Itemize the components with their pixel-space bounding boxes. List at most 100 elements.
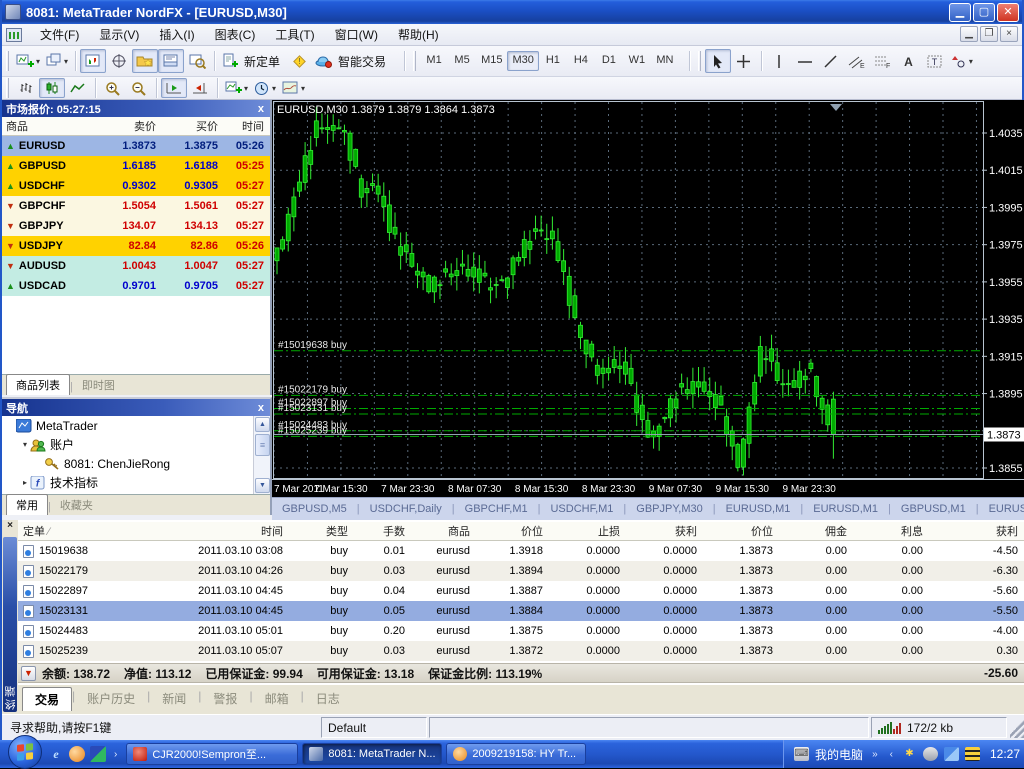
price-chart[interactable]: #15019638 buy#15022179 buy#15022897 buy#… — [272, 100, 1024, 497]
auto-scroll-button[interactable] — [161, 78, 187, 98]
chart-tab-2[interactable]: GBPCHF,M1 — [455, 503, 538, 515]
market-watch-row-audusd[interactable]: ▼AUDUSD1.00431.004705:27 — [2, 256, 270, 276]
order-row-15022897[interactable]: 150228972011.03.10 04:45buy0.04eurusd1.3… — [18, 581, 1024, 601]
navigator-item-0[interactable]: MetaTrader — [2, 416, 253, 435]
timeframe-m15-button[interactable]: M15 — [476, 51, 507, 71]
scroll-down-icon[interactable]: ▼ — [255, 478, 270, 493]
metaeditor-button[interactable]: ! — [286, 49, 312, 73]
navigator-titlebar[interactable]: 导航 x — [2, 399, 270, 416]
chart-canvas[interactable]: #15019638 buy#15022179 buy#15022897 buy#… — [272, 100, 1024, 497]
start-button[interactable] — [8, 735, 42, 769]
navigator-toggle[interactable] — [132, 49, 158, 73]
candlestick-chart-button[interactable] — [39, 78, 65, 98]
navigator-tab-0[interactable]: 常用 — [6, 494, 48, 515]
text-tool-button[interactable]: A — [896, 49, 922, 73]
maximize-button[interactable]: ▢ — [973, 3, 995, 22]
market-watch-tab-0[interactable]: 商品列表 — [6, 374, 70, 395]
terminal-tab-5[interactable]: 日志 — [304, 687, 352, 710]
timeframe-h4-button[interactable]: H4 — [567, 51, 595, 71]
equidistant-channel-tool-button[interactable]: E — [844, 49, 870, 73]
navigator-scrollbar[interactable]: ▲ ▼ — [253, 416, 270, 494]
navigator-item-2[interactable]: 8081: ChenJieRong — [2, 454, 253, 473]
child-close-button[interactable]: × — [1000, 26, 1018, 42]
messenger-icon[interactable] — [69, 746, 85, 762]
menu-item-i[interactable]: 插入(I) — [149, 23, 204, 46]
task-button-0[interactable]: CJR2000!Sempron至... — [126, 743, 298, 765]
orders-column-0[interactable]: 定单 ∕ — [18, 523, 122, 539]
tray-collapse-icon[interactable]: ‹ — [887, 749, 896, 760]
fibonacci-tool-button[interactable]: F — [870, 49, 896, 73]
chart-tab-1[interactable]: USDCHF,Daily — [360, 503, 452, 515]
order-row-15023131[interactable]: 150231312011.03.10 04:45buy0.05eurusd1.3… — [18, 601, 1024, 621]
market-watch-toggle[interactable] — [80, 49, 106, 73]
periods-button[interactable]: ▾ — [251, 78, 279, 98]
navigator-close-icon[interactable]: x — [256, 402, 266, 414]
toolbar-grip[interactable] — [6, 51, 9, 71]
chart-tab-0[interactable]: GBPUSD,M5 — [272, 503, 357, 515]
user-agent-icon[interactable] — [923, 747, 938, 761]
orders-column-5[interactable]: 价位 — [475, 523, 548, 539]
terminal-tab-4[interactable]: 邮箱 — [253, 687, 301, 710]
minimize-button[interactable]: ▁ — [949, 3, 971, 22]
chart-tab-6[interactable]: EURUSD,M1 — [803, 503, 888, 515]
market-watch-close-icon[interactable]: x — [256, 103, 266, 115]
data-window-toggle[interactable] — [106, 49, 132, 73]
menu-item-h[interactable]: 帮助(H) — [388, 23, 449, 46]
market-watch-tab-1[interactable]: 即时图 — [73, 375, 124, 395]
terminal-tab-1[interactable]: 账户历史 — [75, 687, 147, 710]
text-label-tool-button[interactable]: T — [922, 49, 948, 73]
terminal-close-icon[interactable]: × — [2, 520, 18, 536]
orders-column-11[interactable]: 获利 — [928, 523, 1023, 539]
menu-item-t[interactable]: 工具(T) — [265, 23, 324, 46]
market-watch-row-usdchf[interactable]: ▲USDCHF0.93020.930505:27 — [2, 176, 270, 196]
market-watch-row-usdcad[interactable]: ▲USDCAD0.97010.970505:27 — [2, 276, 270, 296]
timeframe-m5-button[interactable]: M5 — [448, 51, 476, 71]
desktop-icon[interactable] — [90, 746, 106, 762]
profiles-button[interactable]: ▾ — [43, 49, 71, 73]
orders-column-3[interactable]: 手数 — [353, 523, 410, 539]
crosshair-tool-button[interactable] — [731, 49, 757, 73]
internet-explorer-icon[interactable]: e — [48, 746, 64, 762]
orders-column-8[interactable]: 价位 — [702, 523, 778, 539]
child-restore-button[interactable]: ❐ — [980, 26, 998, 42]
templates-button[interactable]: ▾ — [279, 78, 308, 98]
market-watch-row-usdjpy[interactable]: ▼USDJPY82.8482.8605:26 — [2, 236, 270, 256]
menu-item-c[interactable]: 图表(C) — [205, 23, 266, 46]
vertical-line-tool-button[interactable] — [766, 49, 792, 73]
title-bar[interactable]: 8081: MetaTrader NordFX - [EURUSD,M30] ▁… — [2, 0, 1022, 24]
menu-item-f[interactable]: 文件(F) — [30, 23, 89, 46]
market-watch-row-gbpjpy[interactable]: ▼GBPJPY134.07134.1305:27 — [2, 216, 270, 236]
toolbar-grip[interactable] — [413, 51, 416, 71]
cursor-tool-button[interactable] — [705, 49, 731, 73]
terminal-strip[interactable]: × 终端 — [2, 520, 18, 714]
order-row-15024483[interactable]: 150244832011.03.10 05:01buy0.20eurusd1.3… — [18, 621, 1024, 641]
strategy-tester-toggle[interactable] — [184, 49, 210, 73]
horizontal-line-tool-button[interactable] — [792, 49, 818, 73]
orders-column-6[interactable]: 止损 — [548, 523, 625, 539]
task-button-1[interactable]: 8081: MetaTrader N... — [302, 743, 442, 765]
market-watch-header[interactable]: 商品卖价买价时间 — [2, 117, 270, 136]
chart-tab-4[interactable]: GBPJPY,M30 — [626, 503, 712, 515]
orders-header[interactable]: 定单 ∕时间类型手数商品价位止损获利价位佣金利息获利 — [18, 522, 1024, 541]
mw-column-0[interactable]: 商品 — [2, 118, 98, 134]
expand-icon[interactable]: ▸ — [20, 478, 30, 487]
timeframe-m30-button[interactable]: M30 — [507, 51, 538, 71]
orders-column-2[interactable]: 类型 — [288, 523, 353, 539]
chart-shift-button[interactable] — [187, 78, 213, 98]
order-row-15022179[interactable]: 150221792011.03.10 04:26buy0.03eurusd1.3… — [18, 561, 1024, 581]
status-profile[interactable]: Default — [321, 717, 427, 738]
chart-tab-8[interactable]: EURUSD,M — [979, 503, 1024, 515]
navigator-item-3[interactable]: ▸f技术指标 — [2, 473, 253, 492]
orders-column-1[interactable]: 时间 — [122, 523, 288, 539]
expert-advisors-button[interactable]: 智能交易 — [312, 49, 392, 73]
terminal-toggle[interactable] — [158, 49, 184, 73]
scroll-up-icon[interactable]: ▲ — [255, 417, 270, 432]
new-chart-button[interactable]: ▾ — [13, 49, 43, 73]
chart-tab-5[interactable]: EURUSD,M1 — [716, 503, 801, 515]
timeframe-h1-button[interactable]: H1 — [539, 51, 567, 71]
chart-tab-7[interactable]: GBPUSD,M1 — [891, 503, 976, 515]
mw-column-2[interactable]: 买价 — [160, 118, 222, 134]
terminal-tab-3[interactable]: 警报 — [201, 687, 249, 710]
menu-item-v[interactable]: 显示(V) — [89, 23, 149, 46]
market-watch-row-eurusd[interactable]: ▲EURUSD1.38731.387505:26 — [2, 136, 270, 156]
